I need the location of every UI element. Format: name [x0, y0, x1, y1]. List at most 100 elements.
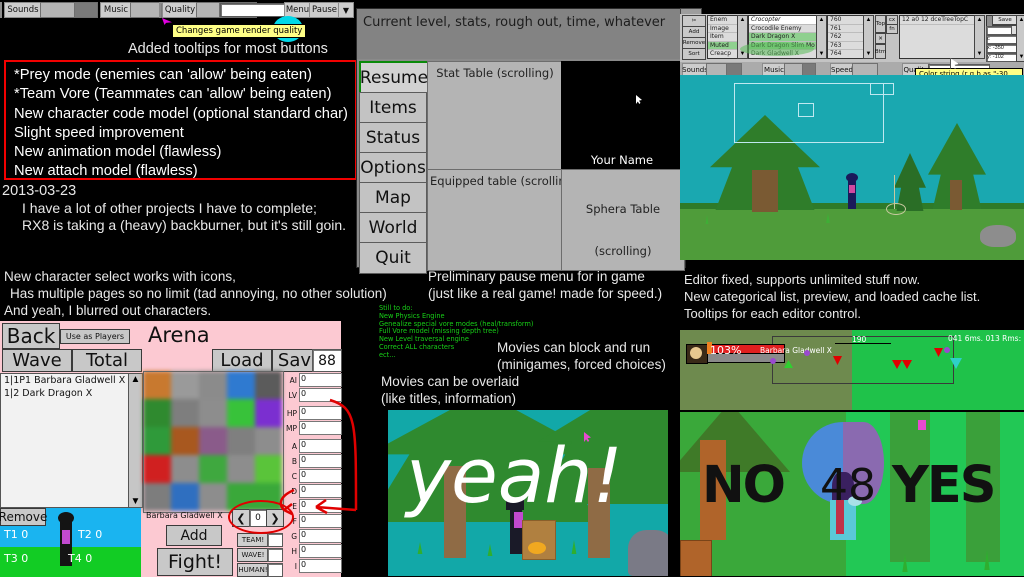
stat-row-hp[interactable]: HP 0	[282, 406, 342, 420]
stat-value[interactable]: 0	[299, 499, 342, 513]
list-item[interactable]: 762	[828, 33, 864, 42]
remove-button[interactable]: Remove	[0, 508, 47, 526]
stat-table-panel[interactable]: Stat Table (scrolling)	[427, 61, 563, 175]
fight-button[interactable]: Fight!	[157, 548, 233, 576]
list-item[interactable]: 763	[828, 42, 864, 51]
pause-button[interactable]: Pause	[309, 2, 340, 18]
pause-button-quit[interactable]: Quit	[359, 242, 427, 274]
stat-value[interactable]: 0	[299, 484, 342, 498]
editor-index-scrollbar[interactable]: ▲ ▼	[863, 15, 874, 59]
editor-field-2[interactable]: x: -350	[986, 44, 1018, 53]
scroll-down-icon[interactable]: ▼	[975, 50, 984, 58]
chevron-down-icon[interactable]: ▼	[338, 2, 354, 18]
editor-index-list[interactable]: 760 761 762 763 764	[827, 15, 865, 59]
editor-sort-button[interactable]: Sort	[682, 48, 706, 60]
wave-toggle-button[interactable]: WAVE!	[237, 548, 269, 562]
list-item[interactable]: Image	[708, 25, 738, 34]
stat-value[interactable]: 0	[299, 544, 342, 558]
scroll-up-icon[interactable]: ▲	[738, 16, 747, 24]
editor-cache-list[interactable]: 12 a0 12 dceTreeTopC	[899, 15, 976, 59]
scroll-up-icon[interactable]: ▲	[864, 16, 873, 24]
editor-bottom-button[interactable]: Btm	[875, 44, 886, 59]
stat-value[interactable]: 0	[299, 421, 342, 435]
pause-button-status[interactable]: Status	[359, 122, 427, 154]
arena-count-value[interactable]: 88	[312, 349, 342, 372]
team-toggle-field[interactable]	[267, 533, 283, 547]
list-item[interactable]: 12 a0 12 dceTreeTopC	[900, 16, 975, 25]
stat-value[interactable]: 0	[299, 559, 342, 573]
quality-button[interactable]: Quality	[162, 2, 198, 18]
list-item[interactable]: Crocopter	[749, 16, 817, 25]
scroll-down-icon[interactable]: ▼	[817, 50, 826, 58]
wave-button[interactable]: Wave	[2, 349, 72, 372]
team-toggle-button[interactable]: TEAM!	[237, 533, 269, 547]
scroll-down-icon[interactable]: ▼	[1017, 53, 1024, 61]
game-debug-scene[interactable]: 103% Barbara Gladwell X 190 041 6ms. 013…	[680, 330, 1024, 410]
pause-button-items[interactable]: Items	[359, 92, 427, 124]
list-item[interactable]: 1|1P1 Barbara Gladwell X	[1, 374, 129, 387]
human-toggle-button[interactable]: HUMAN!	[237, 563, 269, 577]
human-toggle-field[interactable]	[267, 563, 283, 577]
no-label[interactable]: NO	[702, 456, 786, 515]
scroll-down-icon[interactable]: ▼	[129, 496, 142, 507]
stat-value[interactable]: 0	[299, 469, 342, 483]
stat-value[interactable]: 0	[299, 439, 342, 453]
list-item[interactable]: Crocodile Enemy	[749, 25, 817, 34]
load-button[interactable]: Load	[212, 349, 272, 372]
list-item[interactable]: Dark Dragon X	[749, 33, 817, 42]
list-item[interactable]: Item	[708, 33, 738, 42]
editor-category-list[interactable]: Enem Image Item Muted Creacp	[707, 15, 739, 59]
stat-row-h[interactable]: H 0	[282, 544, 342, 558]
stat-value[interactable]: 0	[299, 454, 342, 468]
character-portrait-panel[interactable]: Your Name	[561, 61, 683, 169]
editor-cache-scrollbar[interactable]: ▲ ▼	[974, 15, 985, 59]
editor-fn-button[interactable]: fn	[886, 24, 898, 34]
list-item[interactable]: Enem	[708, 16, 738, 25]
list-item[interactable]: 764	[828, 50, 864, 58]
equipped-table-panel[interactable]: Equipped table (scrolling	[427, 169, 573, 271]
stat-row-c[interactable]: C 0	[282, 469, 342, 483]
list-item[interactable]: 760	[828, 16, 864, 25]
arena-roster-list[interactable]: 1|1P1 Barbara Gladwell X 1|2 Dark Dragon…	[0, 373, 130, 508]
toolbar-text-input[interactable]	[220, 3, 285, 17]
scroll-up-icon[interactable]: ▲	[975, 16, 984, 24]
scroll-up-icon[interactable]: ▲	[817, 16, 826, 24]
scroll-up-icon[interactable]: ▲	[129, 374, 142, 385]
list-item[interactable]: Muted	[708, 41, 738, 51]
stat-value[interactable]: 0	[299, 529, 342, 543]
stat-row-d[interactable]: D 0	[282, 484, 342, 498]
list-item[interactable]: 1|2 Dark Dragon X	[1, 387, 129, 400]
editor-save-button[interactable]: Save	[992, 15, 1018, 25]
editor-field-1[interactable]: c	[986, 35, 1018, 44]
stat-row-i[interactable]: I 0	[282, 559, 342, 573]
stat-value[interactable]: 0	[299, 373, 342, 387]
quality-slider[interactable]	[196, 2, 220, 18]
roster-scrollbar[interactable]: ▲ ▼	[128, 373, 143, 508]
stat-row-g[interactable]: G 0	[282, 529, 342, 543]
stat-row-lv[interactable]: LV 0	[282, 388, 342, 402]
pause-button-options[interactable]: Options	[359, 152, 427, 184]
stat-value[interactable]: 0	[299, 514, 342, 528]
choice-scene[interactable]: NO 48 YES	[680, 412, 1024, 576]
editor-scene-preview[interactable]	[680, 75, 1024, 260]
editor-field-3[interactable]: y: -102	[986, 53, 1018, 62]
use-as-players-button[interactable]: Use as Players	[60, 329, 130, 344]
scroll-down-icon[interactable]: ▼	[864, 50, 873, 58]
pause-button-resume[interactable]: Resume	[359, 61, 429, 95]
editor-entity-scrollbar[interactable]: ▲ ▼	[816, 15, 827, 59]
wave-toggle-field[interactable]	[267, 548, 283, 562]
editor-top-button[interactable]: Top	[875, 15, 886, 33]
sphera-table-panel[interactable]: Sphera Table (scrolling)	[561, 169, 685, 271]
list-item[interactable]: 761	[828, 25, 864, 34]
editor-props-scrollbar[interactable]: ▲ ▼	[1016, 15, 1024, 62]
total-button[interactable]: Total	[72, 349, 142, 372]
editor-field-0[interactable]	[986, 26, 1012, 35]
stat-row-mp[interactable]: MP 0	[282, 421, 342, 435]
back-button[interactable]: Back	[2, 323, 60, 349]
stat-value[interactable]: 0	[299, 406, 342, 420]
list-item[interactable]: Creacp	[708, 50, 738, 58]
pause-button-world[interactable]: World	[359, 212, 427, 244]
movie-overlay-scene[interactable]: yeah!	[388, 410, 668, 576]
stat-value[interactable]: 0	[299, 388, 342, 402]
add-button[interactable]: Add	[166, 525, 222, 546]
